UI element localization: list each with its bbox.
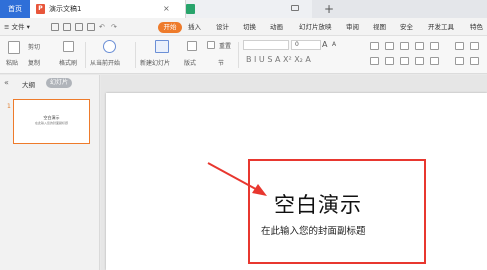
grow-font-button[interactable]: A: [322, 40, 327, 49]
menu-slideshow[interactable]: 幻灯片放映: [299, 18, 332, 36]
section-button[interactable]: 节: [218, 58, 224, 67]
menu-transition[interactable]: 切换: [243, 18, 256, 36]
columns-icon[interactable]: [470, 42, 479, 50]
from-current-button[interactable]: 从当前开始: [90, 58, 120, 67]
slides-panel: « 大纲 幻灯片 1 空白演示 在此输入您的封面副标题: [0, 75, 100, 270]
menu-start[interactable]: 开始: [158, 22, 182, 33]
align-left-icon[interactable]: [370, 57, 379, 65]
presentation-icon: P: [36, 4, 45, 14]
align-right-icon[interactable]: [400, 57, 409, 65]
menu-insert[interactable]: 插入: [188, 18, 201, 36]
font-size-select[interactable]: 0: [291, 40, 321, 50]
monitor-icon[interactable]: [291, 5, 299, 11]
divider: [85, 42, 86, 68]
menu-bar: ≡ 文件 ▾ ↶ ↷ 开始 插入 设计 切换 动画 幻灯片放映 审阅 视图 安全…: [0, 18, 487, 36]
print-icon[interactable]: [63, 23, 71, 31]
document-title: 演示文稿1: [49, 5, 82, 13]
menu-security[interactable]: 安全: [400, 18, 413, 36]
cut-button[interactable]: 剪切: [28, 42, 40, 51]
slide-number: 1: [7, 103, 11, 110]
collapse-panel-icon[interactable]: «: [4, 78, 9, 87]
justify-icon[interactable]: [415, 57, 424, 65]
play-icon[interactable]: [103, 40, 116, 53]
tab-slides[interactable]: 幻灯片: [46, 78, 72, 88]
menu-view[interactable]: 视图: [373, 18, 386, 36]
menu-design[interactable]: 设计: [216, 18, 229, 36]
slide-thumbnail[interactable]: 空白演示 在此输入您的封面副标题: [13, 99, 90, 144]
close-tab-icon[interactable]: ×: [163, 0, 170, 18]
distribute-icon[interactable]: [430, 57, 439, 65]
divider: [135, 42, 136, 68]
file-menu[interactable]: ≡ 文件 ▾: [4, 18, 30, 36]
divider: [238, 42, 239, 68]
bullet-list-icon[interactable]: [370, 42, 379, 50]
text-format-buttons[interactable]: B I U S A X² X₂ A: [246, 55, 311, 64]
shrink-font-button[interactable]: A: [332, 41, 336, 48]
reset-button[interactable]: 重置: [219, 41, 231, 50]
layout-icon[interactable]: [187, 41, 197, 51]
copy-button[interactable]: 复制: [28, 58, 40, 67]
new-slide-button[interactable]: 新建幻灯片: [140, 58, 170, 67]
title-bar: 首页 P 演示文稿1 × +: [0, 0, 487, 18]
align-center-icon[interactable]: [385, 57, 394, 65]
redo-icon[interactable]: ↷: [111, 23, 119, 31]
menu-animation[interactable]: 动画: [270, 18, 283, 36]
format-painter-icon[interactable]: [63, 41, 74, 52]
new-tab-button[interactable]: +: [324, 0, 334, 18]
tab-home[interactable]: 首页: [0, 0, 30, 18]
menu-special[interactable]: 特色: [470, 18, 483, 36]
menu-developer[interactable]: 开发工具: [428, 18, 454, 36]
new-slide-icon[interactable]: [155, 40, 169, 53]
tab-document[interactable]: P 演示文稿1 ×: [30, 0, 186, 18]
format-painter-label[interactable]: 格式刷: [59, 58, 77, 67]
menu-review[interactable]: 审阅: [346, 18, 359, 36]
tab-document-2[interactable]: [186, 0, 312, 18]
thumbnail-subtitle: 在此输入您的封面副标题: [34, 121, 68, 125]
layout-button[interactable]: 版式: [184, 58, 196, 67]
font-family-select[interactable]: [243, 40, 289, 50]
indent-icon[interactable]: [400, 42, 409, 50]
undo-icon[interactable]: ↶: [99, 23, 107, 31]
save-icon[interactable]: [51, 23, 59, 31]
reset-icon[interactable]: [207, 41, 215, 49]
paste-label[interactable]: 粘贴: [6, 58, 18, 67]
line-spacing-icon[interactable]: [430, 42, 439, 50]
preview-icon[interactable]: [75, 23, 83, 31]
export-icon[interactable]: [87, 23, 95, 31]
numbered-list-icon[interactable]: [385, 42, 394, 50]
tab-outline[interactable]: 大纲: [22, 79, 35, 89]
spreadsheet-icon: [186, 4, 195, 14]
shape-icon[interactable]: [470, 57, 479, 65]
outdent-icon[interactable]: [415, 42, 424, 50]
paste-icon[interactable]: [8, 41, 20, 54]
text-direction-icon[interactable]: [455, 42, 464, 50]
text-box-icon[interactable]: [455, 57, 464, 65]
annotation-highlight-box: [248, 159, 426, 264]
